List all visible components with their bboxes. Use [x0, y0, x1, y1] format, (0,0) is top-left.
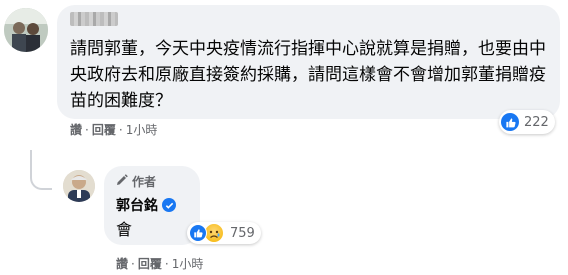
comment-reactions[interactable]: 222: [499, 110, 555, 134]
reply-reaction-count: 759: [230, 225, 255, 241]
author-badge: 作者: [116, 173, 156, 190]
comment-like-link[interactable]: 讚: [70, 121, 82, 138]
commenter-avatar[interactable]: [4, 8, 48, 52]
comment-reply-link[interactable]: 回覆: [92, 121, 116, 138]
reply-actions: 讚 · 回覆 · 1小時: [116, 255, 204, 272]
reply-text: 會: [116, 220, 133, 239]
thread-connector: [30, 150, 52, 190]
thumbs-up-icon: [189, 224, 207, 242]
comment-timestamp[interactable]: 1小時: [126, 121, 158, 138]
reply-author: 郭台銘: [116, 195, 176, 215]
reply-like-link[interactable]: 讚: [116, 255, 128, 272]
pencil-icon: [116, 174, 128, 189]
commenter-name-redacted[interactable]: [70, 12, 118, 26]
comment-reaction-count: 222: [524, 114, 549, 130]
comment-text: 請問郭董，今天中央疫情流行指揮中心說就算是捐贈，也要由中央政府去和原廠直接簽約採…: [70, 39, 546, 111]
reply-author-avatar[interactable]: [63, 170, 95, 202]
thumbs-up-icon: [501, 113, 519, 131]
reply-reactions[interactable]: 759: [187, 222, 261, 244]
comment-actions: 讚 · 回覆 · 1小時: [70, 121, 158, 138]
reply-timestamp[interactable]: 1小時: [172, 255, 204, 272]
reply-author-name[interactable]: 郭台銘: [116, 195, 158, 215]
verified-badge-icon: [162, 198, 176, 212]
sad-face-icon: [204, 223, 224, 243]
reply-reply-link[interactable]: 回覆: [138, 255, 162, 272]
author-badge-label: 作者: [132, 175, 157, 189]
